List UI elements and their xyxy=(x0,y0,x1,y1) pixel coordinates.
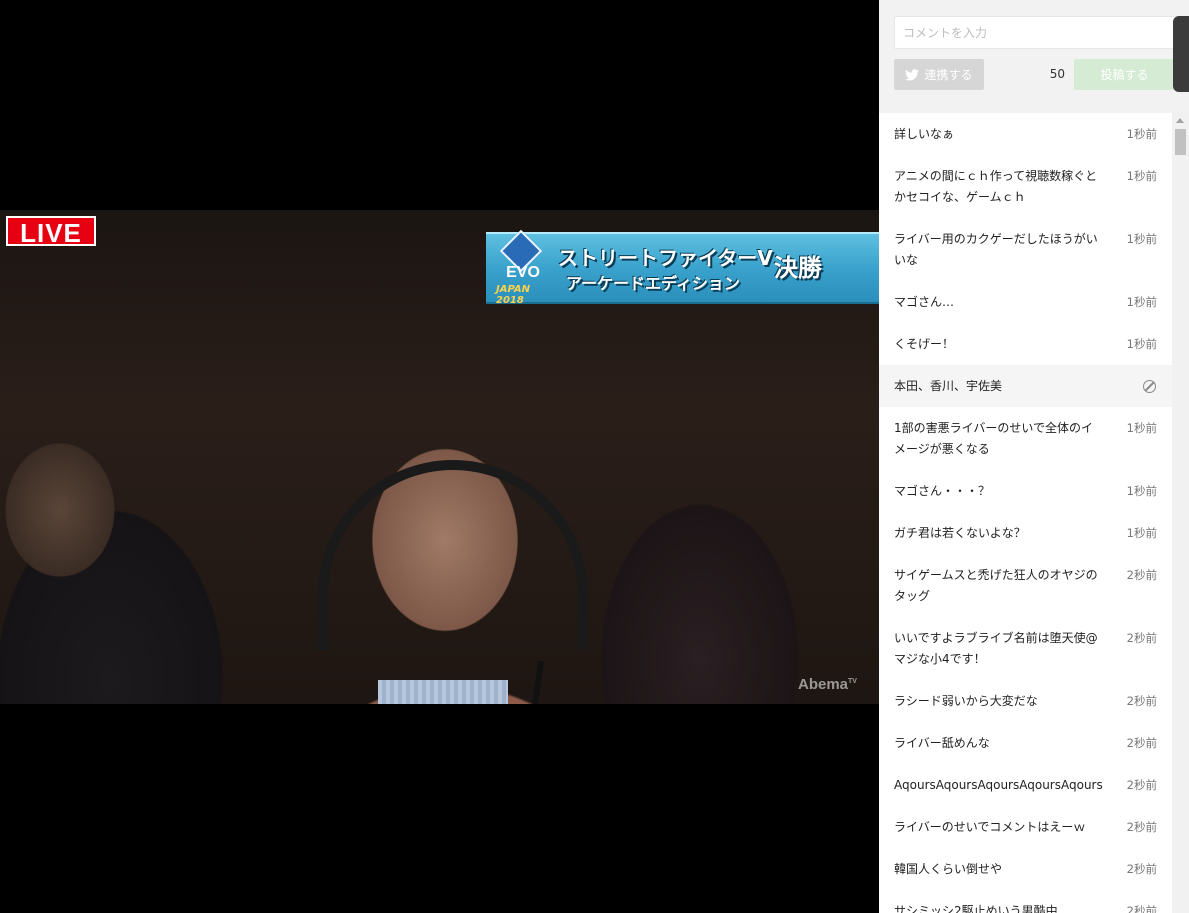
comment-time: 1秒前 xyxy=(1126,526,1157,540)
comment-item[interactable]: 韓国人くらい倒せや 2秒前 xyxy=(879,848,1172,890)
block-icon[interactable] xyxy=(1143,380,1156,393)
comment-text: 本田、香川、宇佐美 xyxy=(894,379,1003,393)
comment-item[interactable]: ライバー舐めんな 2秒前 xyxy=(879,722,1172,764)
watermark-sup: TV xyxy=(848,678,857,685)
comment-text: いいですよラブライブ名前は堕天使@マジな小4です！ xyxy=(894,631,1098,666)
commentator-shirt xyxy=(378,680,508,704)
comment-text: ライバーのせいでコメントはえーｗ xyxy=(894,820,1086,834)
comment-list: 詳しいなぁ 1秒前 アニメの間にｃｈ作って視聴数稼ぐとかセコイな、ゲームｃｈ 1秒前ラ… xyxy=(879,113,1172,913)
post-button[interactable]: 投稿する xyxy=(1074,59,1175,90)
comment-time: 1秒前 xyxy=(1126,169,1157,183)
comment-text: ガチ君は若くないよな？ xyxy=(894,526,1026,540)
scroll-up-arrow-icon[interactable] xyxy=(1176,118,1184,123)
comment-panel: 連携する 50 投稿する 詳しいなぁ1秒前アニメの間にｃｈ作って視聴数稼ぐとかセ… xyxy=(879,0,1189,913)
comment-time: 1秒前 xyxy=(1126,295,1157,309)
comment-text: アニメの間にｃｈ作って視聴数稼ぐとかセコイな、ゲームｃｈ xyxy=(894,169,1098,204)
banner-game-subtitle: アーケードエディション xyxy=(566,274,740,293)
comment-compose: 連携する 50 投稿する xyxy=(879,0,1189,113)
comment-item[interactable]: 1部の害悪ライバーのせいで全体のイメージが悪くなる 1秒前 xyxy=(879,407,1172,470)
evo-logo: EVO JAPAN 2018 xyxy=(490,229,556,306)
comment-item[interactable]: マゴさん・・・？ 1秒前 xyxy=(879,470,1172,512)
comment-time: 2秒前 xyxy=(1126,778,1157,792)
comment-item[interactable]: ガチ君は若くないよな？ 1秒前 xyxy=(879,512,1172,554)
comment-scrollbar[interactable] xyxy=(1172,113,1189,913)
twitter-link-button[interactable]: 連携する xyxy=(894,59,984,90)
comment-item[interactable]: 詳しいなぁ 1秒前 xyxy=(879,113,1172,155)
comment-item[interactable]: ラシード弱いから大変だな 2秒前 xyxy=(879,680,1172,722)
comment-text: 詳しいなぁ xyxy=(894,127,955,141)
twitter-link-label: 連携する xyxy=(924,68,973,82)
comment-time: 2秒前 xyxy=(1126,820,1157,834)
comment-item[interactable]: サシミッシ2駆止めいう男酷中 2秒前 xyxy=(879,890,1172,913)
comment-input[interactable] xyxy=(894,16,1184,49)
abema-watermark: AbemaTV xyxy=(798,676,857,693)
mic-wire xyxy=(501,660,545,704)
title-banner: EVO JAPAN 2018 ストリートファイターV アーケードエディション 決… xyxy=(486,229,879,306)
scroll-thumb[interactable] xyxy=(1175,129,1186,155)
comment-text: 韓国人くらい倒せや xyxy=(894,862,1003,876)
comment-time: 2秒前 xyxy=(1126,694,1157,708)
panel-toggle-tab[interactable] xyxy=(1173,16,1189,92)
video-player[interactable]: LIVE EVO JAPAN 2018 ストリートファイターV アーケードエディ… xyxy=(0,0,879,913)
comment-time: 2秒前 xyxy=(1126,904,1157,913)
comment-time: 1秒前 xyxy=(1126,232,1157,246)
comment-item[interactable]: ライバーのせいでコメントはえーｗ 2秒前 xyxy=(879,806,1172,848)
comment-text: マゴさん… xyxy=(894,295,955,309)
evo-logo-text: EVO xyxy=(506,264,540,281)
comment-text: AqoursAqoursAqoursAqoursAqours xyxy=(894,778,1103,792)
comment-item[interactable]: AqoursAqoursAqoursAqoursAqours 2秒前 xyxy=(879,764,1172,806)
banner-game-title: ストリートファイターV xyxy=(558,246,773,270)
comment-item[interactable]: 本田、香川、宇佐美 xyxy=(879,365,1172,407)
comment-text: 1部の害悪ライバーのせいで全体のイメージが悪くなる xyxy=(894,421,1094,456)
comment-time: 2秒前 xyxy=(1126,862,1157,876)
comment-item[interactable]: くそげー！ 1秒前 xyxy=(879,323,1172,365)
commentator-headset xyxy=(318,460,588,650)
comment-text: マゴさん・・・？ xyxy=(894,484,991,498)
comment-item[interactable]: サイゲームスと禿げた狂人のオヤジのタッグ 2秒前 xyxy=(879,554,1172,617)
comment-time: 2秒前 xyxy=(1126,568,1157,582)
comment-time: 2秒前 xyxy=(1126,631,1157,645)
banner-round: 決勝 xyxy=(774,254,822,282)
comment-time: 1秒前 xyxy=(1126,484,1157,498)
comment-text: ライバー用のカクゲーだしたほうがいいな xyxy=(894,232,1098,267)
comment-text: くそげー！ xyxy=(894,337,955,351)
comment-text: サイゲームスと禿げた狂人のオヤジのタッグ xyxy=(894,568,1098,603)
comment-text: ラシード弱いから大変だな xyxy=(894,694,1038,708)
twitter-icon xyxy=(905,68,920,81)
evo-logo-sub: JAPAN 2018 xyxy=(496,284,530,306)
comment-time: 2秒前 xyxy=(1126,736,1157,750)
comment-time: 1秒前 xyxy=(1126,127,1157,141)
comment-time: 1秒前 xyxy=(1126,421,1157,435)
comment-item[interactable]: マゴさん… 1秒前 xyxy=(879,281,1172,323)
comment-item[interactable]: いいですよラブライブ名前は堕天使@マジな小4です！ 2秒前 xyxy=(879,617,1172,680)
comment-text: ライバー舐めんな xyxy=(894,736,990,750)
comment-text: サシミッシ2駆止めいう男酷中 xyxy=(894,904,1058,913)
watermark-text: Abema xyxy=(798,676,849,693)
comment-item[interactable]: アニメの間にｃｈ作って視聴数稼ぐとかセコイな、ゲームｃｈ 1秒前 xyxy=(879,155,1172,218)
char-count: 50 xyxy=(1049,67,1065,81)
live-badge: LIVE xyxy=(6,216,96,248)
comment-time: 1秒前 xyxy=(1126,337,1157,351)
comment-item[interactable]: ライバー用のカクゲーだしたほうがいいな 1秒前 xyxy=(879,218,1172,281)
